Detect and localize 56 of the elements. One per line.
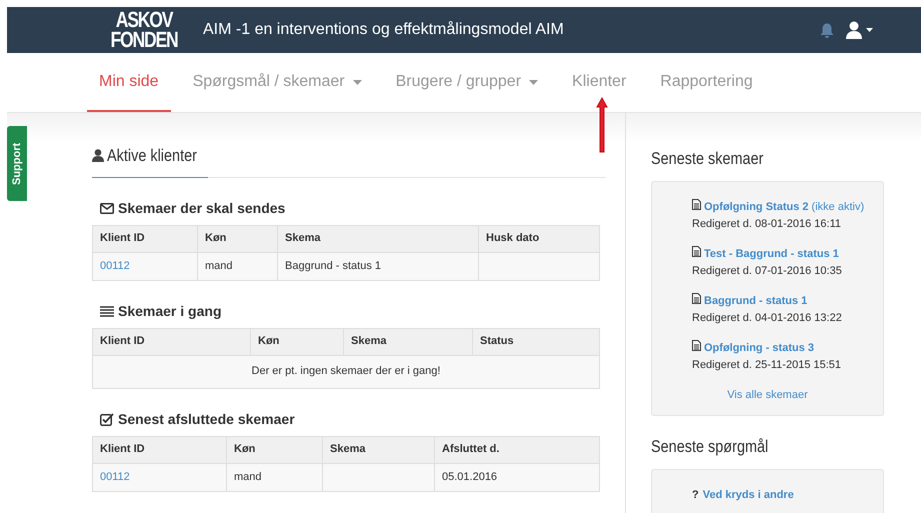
nav-tab[interactable]: Spørgsmål / skemaer [180, 54, 374, 112]
form-link[interactable]: Baggrund - status 1 [704, 292, 808, 310]
table-title: Skemaer der skal sendes [118, 198, 286, 218]
nav-tab[interactable]: Klienter [560, 54, 638, 112]
section-title: Aktive klienter [107, 145, 197, 167]
column-header: Afsluttet d. [434, 436, 600, 463]
form-link[interactable]: Ved kryds i andre [702, 486, 794, 504]
panel-title: Seneste skemaer [651, 148, 764, 170]
question-mark: ? [692, 488, 699, 502]
column-header: Skema [322, 436, 434, 463]
app-title: AIM -1 en interventions og effektmålingsmodel AIM [203, 20, 564, 40]
column-header: Klient ID [92, 436, 226, 463]
user-icon [92, 149, 104, 162]
column-header: Køn [198, 225, 278, 252]
table-cell: mand [234, 470, 262, 483]
document-icon [692, 246, 701, 256]
table-cell: mand [205, 260, 233, 272]
column-header: Skema [344, 328, 472, 355]
edited-date: Redigeret d. 04-01-2016 13:22 [692, 310, 843, 326]
document-icon [692, 292, 701, 304]
table-title: Skemaer i gang [118, 302, 222, 321]
edited-date: Redigeret d. 07-01-2016 10:35 [692, 264, 843, 278]
table-title: Senest afsluttede skemaer [118, 410, 295, 428]
user-menu-button[interactable] [846, 21, 873, 39]
form-link[interactable]: Test - Baggrund - status 1 [704, 246, 839, 262]
column-header: Husk dato [478, 225, 600, 252]
table-cell: Baggrund - status 1 [285, 260, 382, 272]
column-header: Køn [250, 328, 344, 355]
nav-tab[interactable]: Brugere / grupper [384, 54, 550, 112]
edited-date: Redigeret d. 25-11-2015 15:51 [692, 358, 842, 372]
checkbox-icon [100, 412, 114, 426]
list-icon [100, 306, 114, 316]
column-header: Klient ID [92, 225, 198, 252]
panel-title: Seneste spørgmål [651, 436, 770, 458]
table-cell: 05.01.2016 [442, 470, 498, 483]
user-icon [846, 21, 862, 39]
form-link[interactable]: Opfølgning - status 3 [704, 340, 814, 356]
client-link[interactable]: 00112 [100, 260, 130, 272]
column-header: Køn [226, 436, 322, 463]
caret-icon [866, 28, 873, 32]
client-link[interactable]: 00112 [100, 470, 130, 483]
logo: ASKOV FONDEN [109, 10, 179, 50]
edited-date: Redigeret d. 08-01-2016 16:11 [692, 216, 842, 232]
document-icon [692, 340, 701, 350]
support-tab[interactable]: Support [7, 126, 27, 201]
column-header: Skema [278, 225, 478, 252]
bell-icon[interactable] [820, 22, 834, 38]
empty-message: Der er pt. ingen skemaer der er i gang! [252, 365, 440, 378]
document-icon [692, 198, 701, 210]
show-all-link[interactable]: Vis alle skemaer [727, 388, 808, 400]
envelope-icon [100, 202, 114, 214]
column-header: Status [472, 328, 600, 355]
column-header: Klient ID [92, 328, 250, 355]
form-link[interactable]: Opfølgning Status 2 (ikke aktiv) [704, 198, 864, 216]
arrow-icon [596, 97, 608, 153]
nav-tab[interactable]: Rapportering [648, 54, 765, 112]
